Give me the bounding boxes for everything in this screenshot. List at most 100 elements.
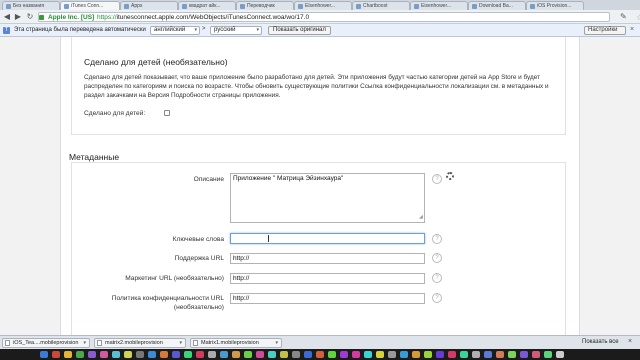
app-icon[interactable] [412,351,420,358]
app-icon[interactable] [148,351,156,358]
bookmark-star-icon[interactable]: ☆ [636,13,640,22]
app-icon[interactable] [88,351,96,358]
app-icon[interactable] [376,351,384,358]
tab-strip: Без названия iTunes Conn... Apps квадрат… [0,0,640,10]
wrench-menu-icon[interactable]: ✎ [620,12,627,22]
help-icon[interactable]: ? [432,174,442,184]
favicon-icon [124,4,129,9]
favicon-icon [182,4,187,9]
browser-tab[interactable]: Chartboost [352,1,410,10]
browser-tab[interactable]: Eisenhower... [410,1,468,10]
browser-toolbar: ◀ ▶ ↻ Apple Inc. [US] https://itunesconn… [0,10,640,24]
app-icon[interactable] [400,351,408,358]
app-icon[interactable] [352,351,360,358]
file-icon [97,340,102,346]
trash-icon[interactable] [556,351,564,358]
language-arrow: > [202,26,206,32]
app-icon[interactable] [292,351,300,358]
app-icon[interactable] [76,351,84,358]
source-language-select[interactable]: английский ▾ [150,26,200,35]
app-icon[interactable] [304,351,312,358]
download-item[interactable]: Matrix1.mobileprovision ▾ [190,338,282,348]
browser-tab[interactable]: Elsenhower... [294,1,352,10]
reload-icon[interactable]: ↻ [25,12,35,22]
app-icon[interactable] [460,351,468,358]
show-original-button[interactable]: Показать оригинал [268,26,331,35]
finder-icon[interactable] [40,351,48,358]
app-icon[interactable] [220,351,228,358]
keywords-label: Ключевые слова [172,236,224,243]
help-icon[interactable]: ? [432,234,442,244]
app-icon[interactable] [124,351,132,358]
help-icon[interactable]: ? [432,253,442,263]
app-icon[interactable] [244,351,252,358]
app-icon[interactable] [280,351,288,358]
app-icon[interactable] [328,351,336,358]
ev-certificate-badge[interactable]: Apple Inc. [US] [41,13,94,22]
made-for-kids-checkbox[interactable] [164,110,170,116]
app-icon[interactable] [64,351,72,358]
app-icon[interactable] [100,351,108,358]
app-icon[interactable] [472,351,480,358]
keywords-input[interactable] [230,233,425,244]
show-all-downloads-link[interactable]: Показать все [582,339,619,345]
app-icon[interactable] [520,351,528,358]
app-icon[interactable] [340,351,348,358]
browser-tab[interactable]: квадрат айк... [178,1,236,10]
browser-tab[interactable]: Apps [120,1,178,10]
app-icon[interactable] [196,351,204,358]
privacy-url-input[interactable]: http:// [230,293,425,304]
app-icon[interactable] [184,351,192,358]
app-icon[interactable] [112,351,120,358]
text-cursor-icon [268,235,269,242]
support-url-label: Поддержка URL [174,255,224,262]
app-icon[interactable] [364,351,372,358]
chevron-down-icon[interactable]: ▾ [83,339,86,347]
marketing-url-label: Маркетинг URL (необязательно) [125,275,224,282]
back-arrow-icon[interactable]: ◀ [2,12,12,22]
description-textarea[interactable]: Приложение " Матрица Эйзинхаура" [230,173,425,223]
app-icon[interactable] [496,351,504,358]
favicon-icon [414,4,419,9]
app-icon[interactable] [436,351,444,358]
browser-tab[interactable]: Download Ba... [468,1,526,10]
chevron-down-icon[interactable]: ▾ [275,339,278,347]
target-language-select[interactable]: русский ▾ [210,26,262,35]
browser-tab-active[interactable]: iTunes Conn... [60,1,120,10]
app-icon[interactable] [448,351,456,358]
app-icon[interactable] [532,351,540,358]
resize-grip-icon[interactable]: ◢ [419,214,423,220]
close-icon[interactable]: × [630,26,634,33]
app-icon[interactable] [268,351,276,358]
app-icon[interactable] [544,351,552,358]
app-icon[interactable] [172,351,180,358]
app-icon[interactable] [316,351,324,358]
address-bar[interactable]: Apple Inc. [US] https://itunesconnect.ap… [38,12,640,22]
apple-favicon-icon [64,4,69,9]
app-icon[interactable] [388,351,396,358]
app-icon[interactable] [136,351,144,358]
help-icon[interactable]: ? [432,273,442,283]
app-icon[interactable] [484,351,492,358]
download-item[interactable]: matrix2.mobileprovision ▾ [94,338,186,348]
app-icon[interactable] [508,351,516,358]
metadata-panel: Описание Приложение " Матрица Эйзинхаура… [71,162,566,335]
marketing-url-input[interactable]: http:// [230,273,425,284]
app-icon[interactable] [52,351,60,358]
browser-tab[interactable]: Без названия [2,1,60,10]
translate-icon: T [3,27,10,34]
close-icon[interactable]: × [628,338,632,345]
app-icon[interactable] [256,351,264,358]
app-icon[interactable] [160,351,168,358]
download-item[interactable]: iOS_Tea....mobileprovision ▾ [2,338,90,348]
help-icon[interactable]: ? [432,293,442,303]
browser-tab[interactable]: iOS Provision... [526,1,584,10]
chevron-down-icon[interactable]: ▾ [179,339,182,347]
translate-settings-button[interactable]: Настройки [584,26,626,35]
app-icon[interactable] [232,351,240,358]
browser-tab[interactable]: Переводчик [236,1,294,10]
forward-arrow-icon[interactable]: ▶ [13,12,23,22]
support-url-input[interactable]: http:// [230,253,425,264]
app-icon[interactable] [208,351,216,358]
app-icon[interactable] [424,351,432,358]
